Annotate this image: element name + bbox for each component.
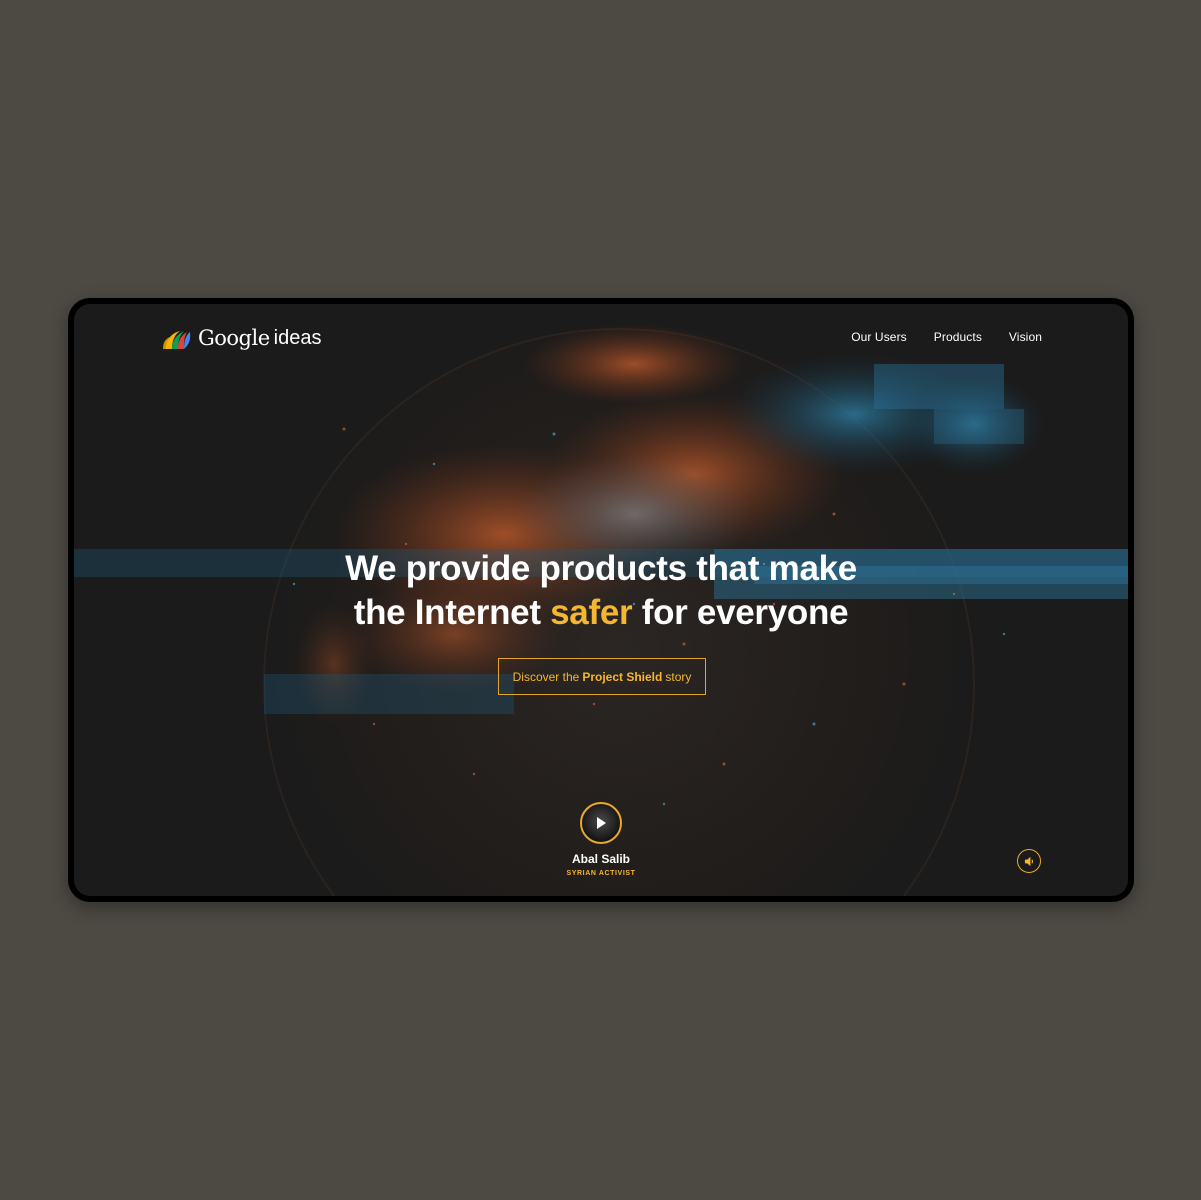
hero-screen: Google ideas Our Users Products Vision W… [74,304,1128,896]
testimonial-role: SYRIAN ACTIVIST [566,870,636,877]
nav-item-our-users[interactable]: Our Users [851,330,907,344]
discover-project-shield-button[interactable]: Discover the Project Shield story [498,658,706,695]
cta-prefix: Discover the [512,669,580,684]
headline-line-2-start: the Internet [353,593,551,632]
speaker-icon [1024,856,1033,866]
headline-accent-word: safer [550,593,633,632]
cta-highlight: Project Shield [582,669,663,684]
headline-line-2-end: for everyone [632,593,849,632]
logo-product-name: ideas [273,326,322,349]
play-video-button[interactable] [580,802,622,844]
nav-item-products[interactable]: Products [934,330,982,344]
play-icon [597,817,606,829]
logo-wordmark: Google [198,326,270,350]
headline-line-1: We provide products that make [345,549,857,588]
cta-suffix: story [665,669,692,684]
device-frame: Google ideas Our Users Products Vision W… [68,298,1134,902]
sound-toggle-button[interactable] [1017,849,1041,873]
testimonial-name: Abal Salib [571,852,630,866]
nav-item-vision[interactable]: Vision [1009,330,1042,344]
main-nav: Our Users Products Vision [851,330,1042,344]
hero-headline: We provide products that make the Intern… [74,547,1128,635]
google-ideas-logo[interactable]: Google ideas [162,320,321,356]
google-ideas-logo-icon [163,331,191,349]
